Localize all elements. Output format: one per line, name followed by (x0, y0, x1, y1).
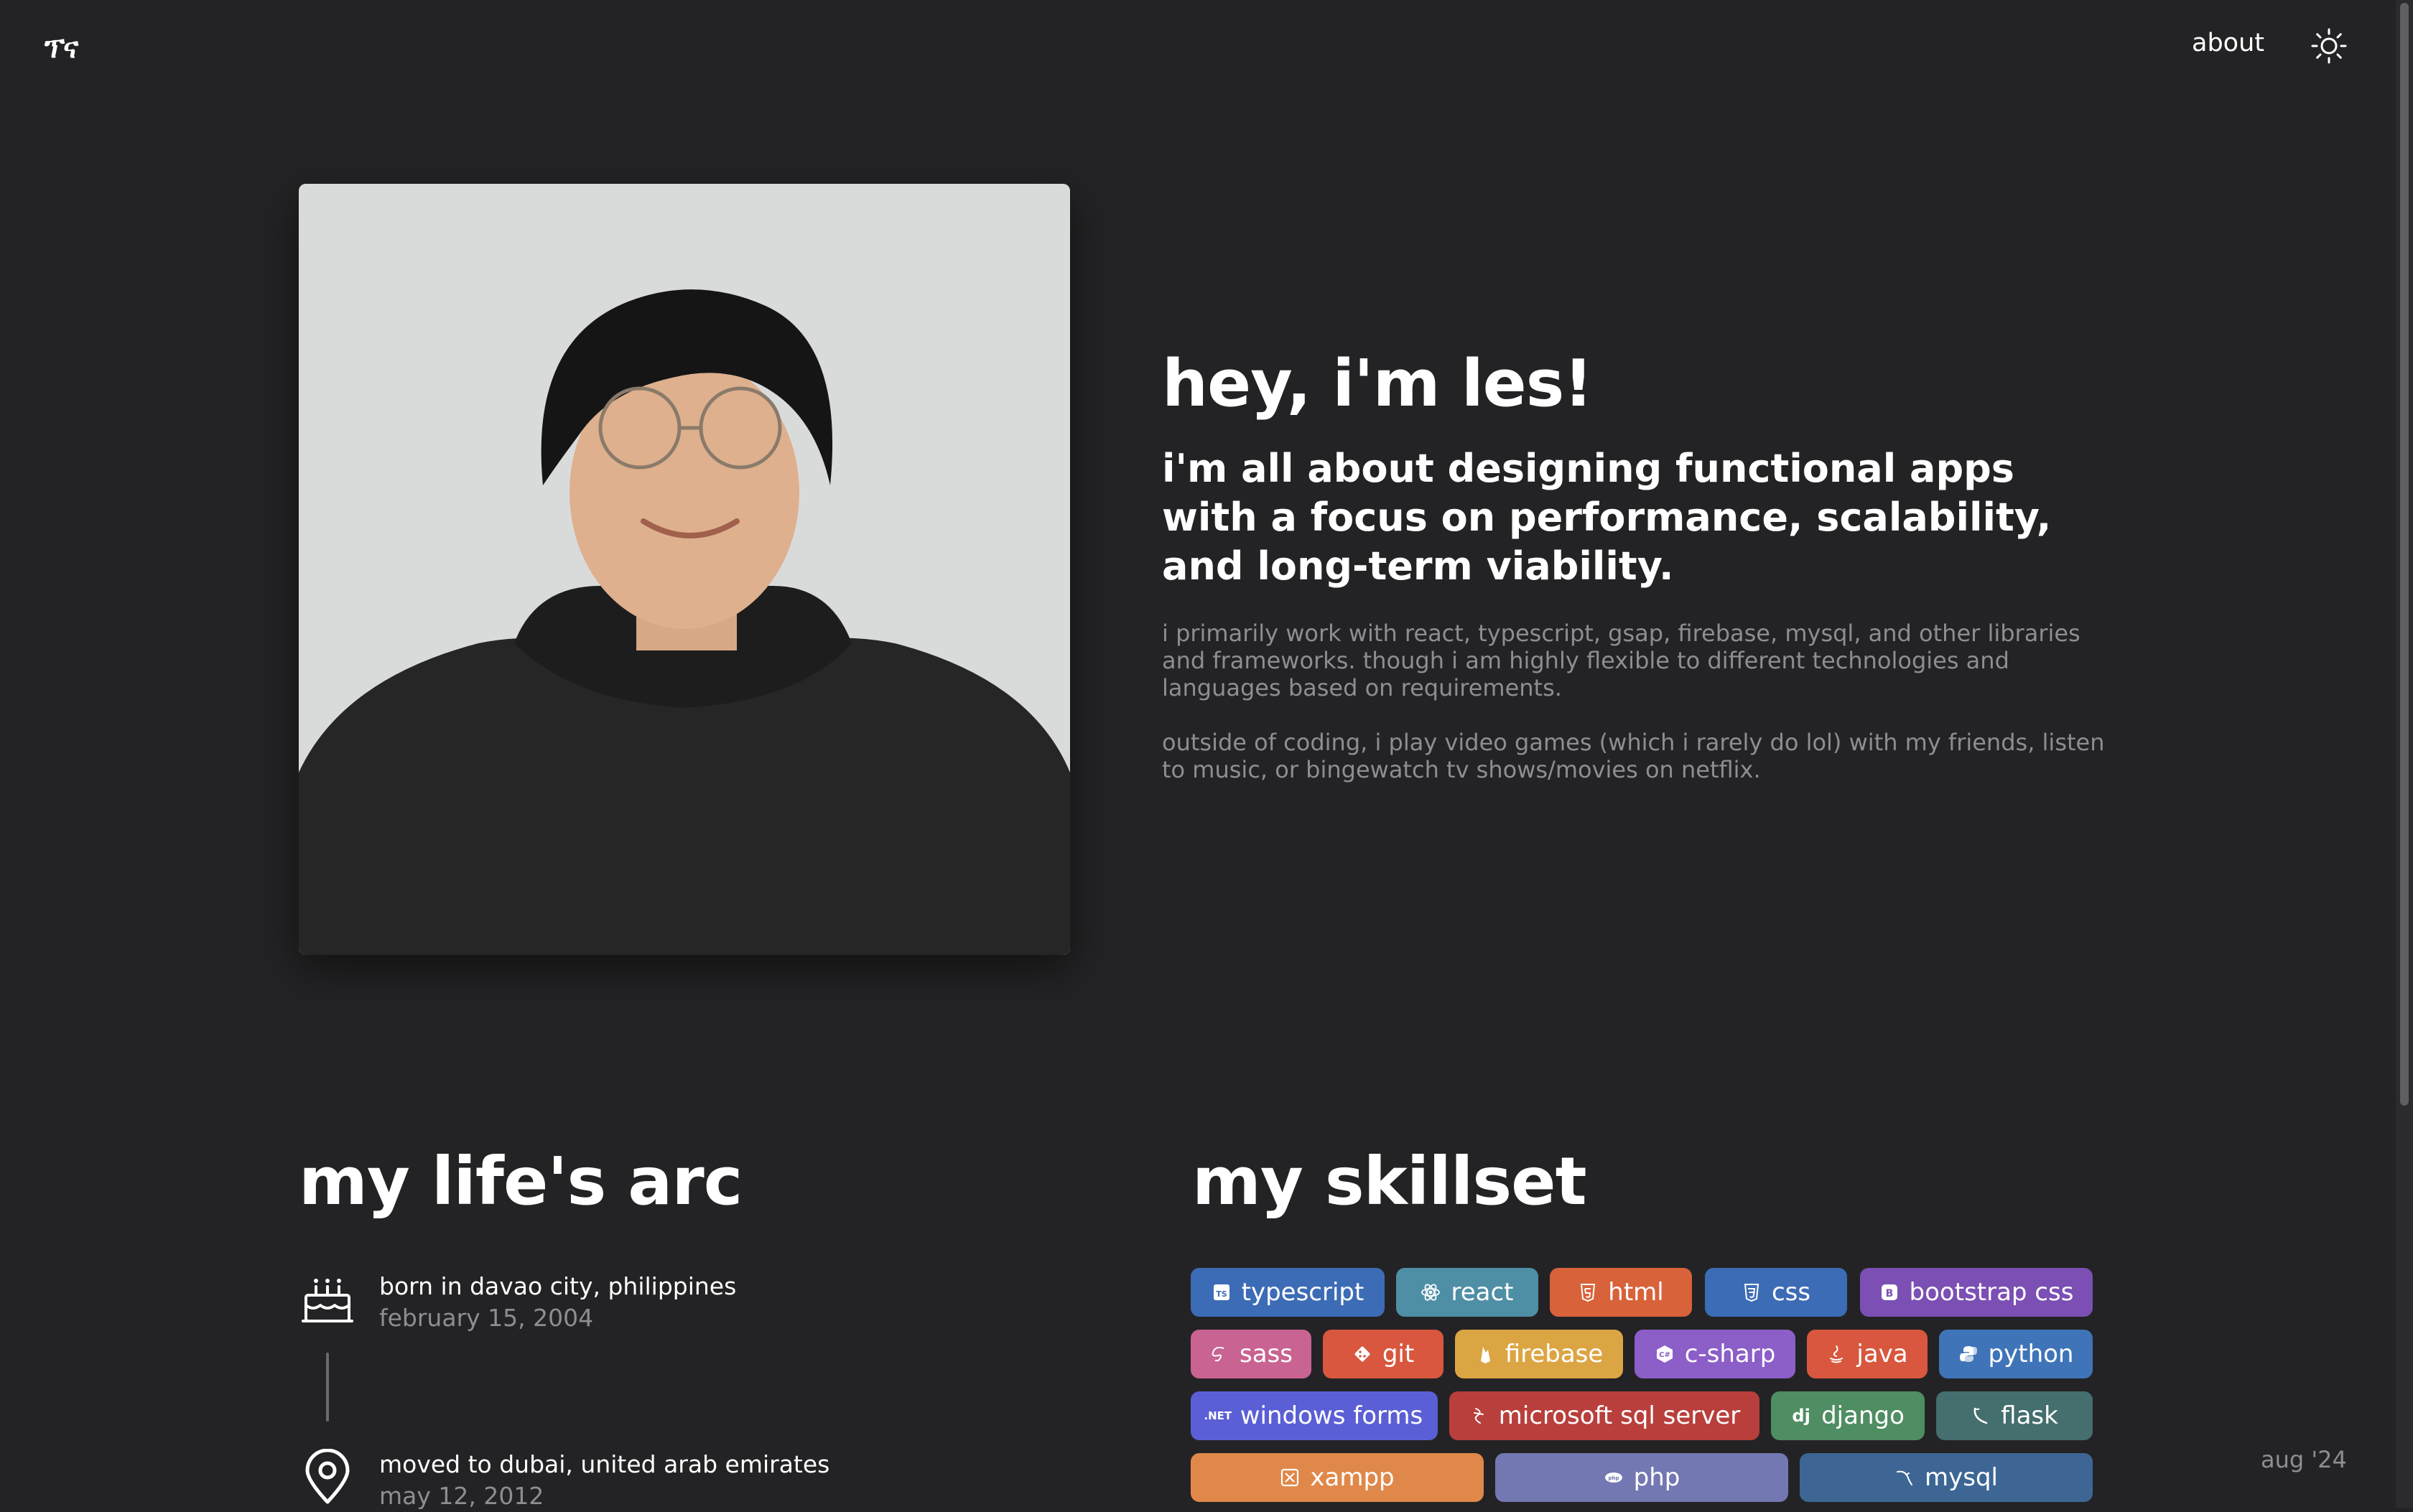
skill-label: python (1988, 1340, 2074, 1368)
php-icon: php (1604, 1467, 1624, 1488)
svg-text:php: php (1608, 1475, 1619, 1481)
skillset-title: my skillset (1192, 1143, 1587, 1220)
svg-text:TS: TS (1216, 1289, 1227, 1299)
skill-label: sass (1240, 1340, 1293, 1368)
mysql-icon (1894, 1467, 1915, 1488)
skill-label: xampp (1310, 1463, 1395, 1492)
svg-text:B: B (1885, 1288, 1893, 1299)
last-updated-date: aug '24 (2261, 1446, 2347, 1473)
skill-label: django (1821, 1401, 1905, 1430)
life-arc-date: february 15, 2004 (379, 1304, 594, 1332)
skill-chip-microsoft-sql-server[interactable]: microsoft sql server (1449, 1391, 1759, 1440)
life-arc-label: born in davao city, philippines (379, 1272, 737, 1300)
skill-chip-sass[interactable]: sass (1191, 1330, 1311, 1378)
sun-icon (2311, 28, 2347, 64)
skill-chip-firebase[interactable]: firebase (1455, 1330, 1623, 1378)
html5-icon (1578, 1282, 1598, 1302)
skill-chip-mysql[interactable]: mysql (1800, 1453, 2093, 1502)
skill-chip-php[interactable]: php php (1495, 1453, 1788, 1502)
bio-paragraph-hobbies: outside of coding, i play video games (w… (1162, 728, 2105, 783)
skill-label: java (1856, 1340, 1908, 1368)
skill-label: windows forms (1240, 1401, 1423, 1430)
xampp-icon (1280, 1467, 1300, 1488)
intro-section: hey, i'm les! i'm all about designing fu… (1162, 350, 2117, 783)
skill-label: flask (2001, 1401, 2058, 1430)
skill-label: typescript (1241, 1278, 1364, 1307)
typescript-icon: TS (1212, 1282, 1232, 1302)
tagline: i'm all about designing functional apps … (1162, 445, 2052, 589)
skill-label: git (1382, 1340, 1415, 1368)
skill-label: microsoft sql server (1498, 1401, 1741, 1430)
life-arc-label: moved to dubai, united arab emirates (379, 1450, 830, 1478)
site-logo[interactable]: ፕና (45, 32, 78, 65)
skill-chip-xampp[interactable]: xampp (1191, 1453, 1484, 1502)
svg-text:C#: C# (1659, 1351, 1670, 1359)
map-pin-icon (305, 1449, 350, 1504)
life-arc-title: my life's arc (299, 1143, 743, 1220)
skill-label: php (1633, 1463, 1680, 1492)
java-icon (1826, 1344, 1846, 1364)
birthday-cake-icon (302, 1279, 353, 1322)
skill-chip-python[interactable]: python (1939, 1330, 2093, 1378)
git-icon (1352, 1344, 1372, 1364)
skill-chip-c-sharp[interactable]: C# c-sharp (1635, 1330, 1795, 1378)
skill-label: firebase (1505, 1340, 1604, 1368)
dotnet-icon: .NET (1204, 1409, 1232, 1422)
life-arc-date: may 12, 2012 (379, 1482, 544, 1510)
skill-label: mysql (1925, 1463, 1998, 1492)
page-scrollbar[interactable] (2396, 0, 2413, 1508)
profile-photo (299, 184, 1070, 955)
sass-icon (1209, 1344, 1229, 1364)
python-icon (1958, 1344, 1979, 1364)
skill-chip-git[interactable]: git (1323, 1330, 1443, 1378)
bio-paragraph-work: i primarily work with react, typescript,… (1162, 619, 2080, 701)
react-icon (1421, 1282, 1441, 1302)
skill-chip-typescript[interactable]: TS typescript (1191, 1268, 1385, 1317)
bootstrap-icon: B (1879, 1282, 1900, 1302)
skill-chip-flask[interactable]: flask (1936, 1391, 2093, 1440)
theme-toggle-button[interactable] (2309, 26, 2349, 66)
skill-label: react (1451, 1278, 1514, 1307)
skill-chip-java[interactable]: java (1807, 1330, 1928, 1378)
greeting-heading: hey, i'm les! (1162, 346, 1593, 421)
nav-about-link[interactable]: about (2192, 29, 2264, 57)
skill-chip-react[interactable]: react (1396, 1268, 1538, 1317)
skill-chip-html[interactable]: html (1550, 1268, 1692, 1317)
timeline-connector (326, 1353, 329, 1422)
css3-icon (1742, 1282, 1762, 1302)
skill-chip-windows-forms[interactable]: .NET windows forms (1191, 1391, 1438, 1440)
skill-chip-django[interactable]: dj django (1771, 1391, 1925, 1440)
sql-server-icon (1469, 1406, 1489, 1426)
skill-label: css (1771, 1278, 1811, 1307)
skill-label: html (1608, 1278, 1664, 1307)
scrollbar-thumb[interactable] (2400, 3, 2409, 1106)
skill-label: c-sharp (1684, 1340, 1776, 1368)
skill-label: bootstrap css (1909, 1278, 2074, 1307)
skill-chip-bootstrap-css[interactable]: B bootstrap css (1860, 1268, 2093, 1317)
csharp-icon: C# (1655, 1344, 1675, 1364)
skill-chip-css[interactable]: css (1705, 1268, 1847, 1317)
firebase-icon (1475, 1344, 1495, 1364)
django-icon: dj (1792, 1406, 1810, 1426)
flask-icon (1971, 1406, 1991, 1426)
